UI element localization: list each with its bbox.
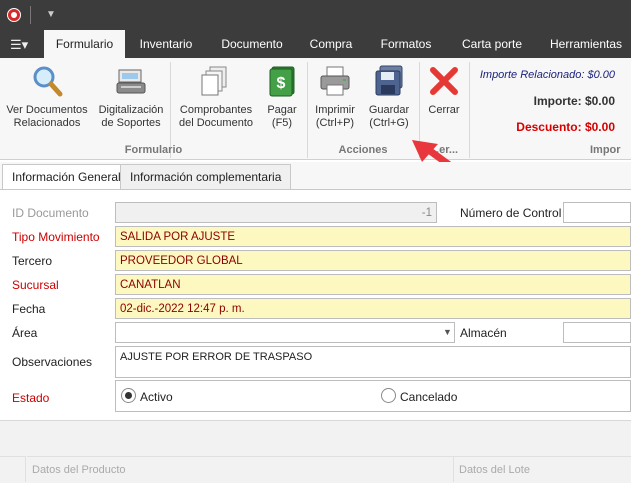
grid-header-producto[interactable]: Datos del Producto bbox=[27, 456, 453, 482]
titlebar-divider bbox=[30, 6, 31, 24]
estado-cancelado-label: Cancelado bbox=[400, 390, 458, 404]
tab-herramientas[interactable]: Herramientas bbox=[545, 30, 627, 58]
tab-informacion-general[interactable]: Información General bbox=[2, 164, 131, 191]
imprimir-label: Imprimir (Ctrl+P) bbox=[315, 104, 355, 129]
money-icon: $ bbox=[265, 64, 299, 98]
scanner-icon bbox=[114, 64, 148, 98]
fecha-field[interactable]: 02-dic.-2022 12:47 p. m. bbox=[115, 298, 631, 319]
area-dropdown[interactable] bbox=[115, 322, 455, 343]
ribbon-tab-strip: ☰▾ Formulario Inventario Documento Compr… bbox=[0, 30, 631, 58]
group-label-acciones: Acciones bbox=[338, 144, 388, 156]
estado-group bbox=[115, 380, 631, 412]
grid-row-indicator bbox=[0, 456, 26, 482]
group-label-formulario: Formulario bbox=[124, 144, 183, 156]
numero-control-field[interactable] bbox=[563, 202, 631, 223]
descuento-text: Descuento: $0.00 bbox=[516, 120, 615, 134]
tercero-label: Tercero bbox=[12, 254, 53, 268]
pagar-label: Pagar (F5) bbox=[267, 104, 297, 129]
importe-text: Importe: $0.00 bbox=[533, 94, 615, 108]
sucursal-label: Sucursal bbox=[12, 278, 59, 292]
area-chevron-down-icon[interactable]: ▼ bbox=[443, 327, 452, 337]
numero-control-label: Número de Control bbox=[460, 206, 562, 220]
ribbon-panel: Ver Documentos Relacionados Digitalizaci… bbox=[0, 58, 631, 160]
title-bar: ▼ bbox=[0, 0, 631, 30]
group-label-importes: Impor bbox=[590, 144, 621, 156]
comprobantes-button[interactable]: Comprobantes del Documento bbox=[176, 64, 256, 130]
almacen-field[interactable] bbox=[563, 322, 631, 343]
imprimir-button[interactable]: Imprimir (Ctrl+P) bbox=[312, 64, 358, 130]
observaciones-textarea[interactable]: AJUSTE POR ERROR DE TRASPASO bbox=[115, 346, 631, 378]
tipo-movimiento-label: Tipo Movimiento bbox=[12, 230, 100, 244]
group-separator bbox=[469, 62, 470, 158]
save-disk-icon bbox=[372, 64, 406, 98]
form-tabs: Información General Información compleme… bbox=[0, 162, 631, 191]
observaciones-label: Observaciones bbox=[12, 355, 93, 369]
id-documento-label: ID Documento bbox=[12, 206, 89, 220]
guardar-label: Guardar (Ctrl+G) bbox=[368, 104, 410, 129]
quick-access-dropdown-icon[interactable]: ▼ bbox=[46, 9, 56, 20]
importe-relacionado-text: Importe Relacionado: $0.00 bbox=[479, 69, 615, 81]
fecha-label: Fecha bbox=[12, 302, 46, 316]
tipo-movimiento-field[interactable]: SALIDA POR AJUSTE bbox=[115, 226, 631, 247]
guardar-button[interactable]: Guardar (Ctrl+G) bbox=[363, 64, 415, 130]
estado-label: Estado bbox=[12, 391, 50, 405]
digitalizacion-label: Digitalización de Soportes bbox=[98, 104, 164, 129]
tab-formulario[interactable]: Formulario bbox=[44, 30, 125, 58]
documents-icon bbox=[199, 64, 233, 98]
sucursal-field[interactable]: CANATLAN bbox=[115, 274, 631, 295]
app-menu-icon[interactable]: ☰▾ bbox=[10, 37, 28, 53]
tab-formatos[interactable]: Formatos bbox=[374, 30, 438, 58]
estado-activo-label: Activo bbox=[140, 390, 173, 404]
tercero-field[interactable]: PROVEEDOR GLOBAL bbox=[115, 250, 631, 271]
close-x-icon bbox=[427, 64, 461, 98]
tab-compra[interactable]: Compra bbox=[303, 30, 359, 58]
ver-documentos-button[interactable]: Ver Documentos Relacionados bbox=[4, 64, 90, 130]
app-logo-icon[interactable] bbox=[7, 8, 21, 22]
grid-header-lote[interactable]: Datos del Lote bbox=[453, 456, 631, 482]
id-documento-field: -1 bbox=[115, 202, 437, 223]
almacen-label: Almacén bbox=[460, 326, 507, 340]
area-label: Área bbox=[12, 326, 38, 340]
pagar-button[interactable]: $ Pagar (F5) bbox=[262, 64, 302, 130]
group-label-truncated: ...er... bbox=[429, 144, 459, 156]
ver-documentos-label: Ver Documentos Relacionados bbox=[6, 104, 88, 129]
tab-documento[interactable]: Documento bbox=[214, 30, 290, 58]
svg-text:$: $ bbox=[277, 75, 286, 92]
tab-carta-porte[interactable]: Carta porte bbox=[454, 30, 530, 58]
estado-cancelado-radio[interactable] bbox=[381, 388, 396, 403]
cerrar-button[interactable]: Cerrar bbox=[423, 64, 465, 117]
cerrar-label: Cerrar bbox=[428, 104, 460, 116]
magnifier-icon bbox=[30, 64, 64, 98]
estado-activo-radio[interactable] bbox=[121, 388, 136, 403]
comprobantes-label: Comprobantes del Documento bbox=[179, 104, 253, 129]
digitalizacion-button[interactable]: Digitalización de Soportes bbox=[96, 64, 166, 130]
tab-informacion-complementaria[interactable]: Información complementaria bbox=[120, 164, 292, 190]
tab-inventario[interactable]: Inventario bbox=[131, 30, 201, 58]
printer-icon bbox=[318, 64, 352, 98]
